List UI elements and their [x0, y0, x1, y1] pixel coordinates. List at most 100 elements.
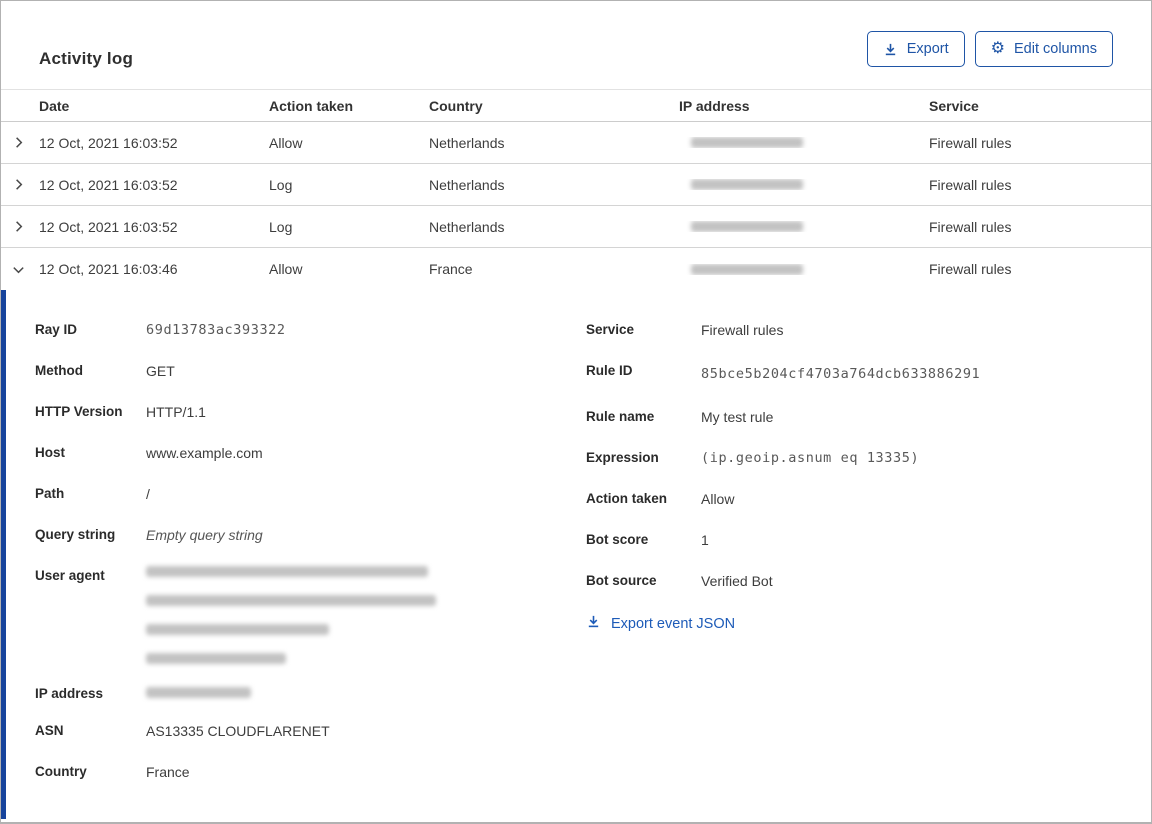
- field-label: Method: [35, 363, 83, 378]
- activity-log-window: Activity log Export ⚙︎ Edit columns Date…: [0, 0, 1152, 824]
- cell-service: Firewall rules: [929, 261, 1012, 277]
- field-label: Bot source: [586, 573, 657, 588]
- column-header-country: Country: [429, 97, 483, 114]
- detail-field-rule-id: Rule ID 85bce5b204cf4703a764dcb633886291: [586, 361, 1141, 387]
- field-value: (ip.geoip.asnum eq 13335): [701, 450, 920, 466]
- edit-columns-button-label: Edit columns: [1013, 41, 1097, 57]
- table-row[interactable]: 12 Oct, 2021 16:03:52 Log Netherlands Fi…: [1, 206, 1151, 248]
- export-event-json-label: Export event JSON: [611, 615, 736, 632]
- cell-service: Firewall rules: [929, 176, 1012, 193]
- gear-icon: ⚙︎: [990, 40, 1005, 57]
- cell-service: Firewall rules: [929, 218, 1012, 235]
- field-value: GET: [146, 363, 175, 379]
- field-label: Country: [35, 764, 87, 779]
- cell-country: Netherlands: [429, 176, 505, 193]
- field-label: Bot score: [586, 532, 649, 547]
- export-event-json-link[interactable]: Export event JSON: [586, 614, 735, 633]
- collapse-chevron-down-icon[interactable]: [1, 262, 39, 277]
- table-header-row: Date Action taken Country IP address Ser…: [1, 89, 1151, 122]
- cell-ip-redacted: [679, 137, 929, 148]
- field-label: Rule ID: [586, 363, 633, 378]
- field-value: Verified Bot: [701, 573, 773, 589]
- detail-field-service: Service Firewall rules: [586, 320, 1141, 341]
- field-value: /: [146, 486, 150, 502]
- field-value: France: [146, 764, 190, 780]
- cell-action: Log: [269, 218, 293, 235]
- field-value-redacted: [146, 566, 436, 664]
- field-value: Firewall rules: [701, 322, 784, 338]
- field-label: IP address: [35, 686, 104, 701]
- detail-field-method: Method GET: [35, 361, 581, 382]
- detail-field-asn: ASN AS13335 CLOUDFLARENET: [35, 721, 581, 742]
- field-label: Ray ID: [35, 322, 78, 337]
- cell-ip-redacted: [679, 263, 929, 275]
- column-header-ip: IP address: [679, 97, 750, 114]
- field-value: www.example.com: [146, 445, 263, 461]
- detail-field-expression: Expression (ip.geoip.asnum eq 13335): [586, 448, 1141, 469]
- field-label: Service: [586, 322, 635, 337]
- cell-action: Allow: [269, 261, 303, 277]
- field-value-redacted: [146, 684, 251, 701]
- toolbar: Export ⚙︎ Edit columns: [866, 31, 1113, 67]
- detail-field-country: Country France: [35, 762, 581, 783]
- cell-country: France: [429, 261, 473, 277]
- page-title: Activity log: [39, 49, 134, 68]
- cell-country: Netherlands: [429, 218, 505, 235]
- topbar: Activity log Export ⚙︎ Edit columns: [1, 1, 1151, 89]
- field-label: Expression: [586, 450, 659, 465]
- export-button[interactable]: Export: [866, 31, 965, 67]
- download-icon: [586, 614, 601, 633]
- expand-chevron-right-icon[interactable]: [1, 177, 39, 192]
- detail-field-bot-source: Bot source Verified Bot: [586, 571, 1141, 592]
- detail-field-rule-name: Rule name My test rule: [586, 407, 1141, 428]
- table-row[interactable]: 12 Oct, 2021 16:03:52 Log Netherlands Fi…: [1, 164, 1151, 206]
- cell-action: Log: [269, 176, 293, 193]
- field-label: Rule name: [586, 409, 655, 424]
- cell-action: Allow: [269, 134, 303, 151]
- field-value: 1: [701, 532, 709, 548]
- field-value: AS13335 CLOUDFLARENET: [146, 723, 330, 739]
- event-detail-panel: Ray ID 69d13783ac393322 Method GET HTTP …: [1, 290, 1151, 819]
- detail-left-column: Ray ID 69d13783ac393322 Method GET HTTP …: [35, 320, 581, 819]
- cell-service: Firewall rules: [929, 134, 1012, 151]
- detail-field-action-taken: Action taken Allow: [586, 489, 1141, 510]
- cell-date: 12 Oct, 2021 16:03:52: [39, 218, 178, 235]
- cell-ip-redacted: [679, 179, 929, 190]
- detail-field-user-agent: User agent: [35, 566, 581, 664]
- download-icon: [883, 42, 898, 57]
- field-label: Host: [35, 445, 65, 460]
- detail-field-http-version: HTTP Version HTTP/1.1: [35, 402, 581, 423]
- cell-country: Netherlands: [429, 134, 505, 151]
- column-header-service: Service: [929, 97, 979, 114]
- field-value: My test rule: [701, 409, 774, 425]
- detail-field-path: Path /: [35, 484, 581, 505]
- detail-field-host: Host www.example.com: [35, 443, 581, 464]
- cell-ip-redacted: [679, 221, 929, 232]
- field-label: Path: [35, 486, 65, 501]
- field-label: ASN: [35, 723, 64, 738]
- cell-date: 12 Oct, 2021 16:03:52: [39, 176, 178, 193]
- field-label: Query string: [35, 527, 116, 542]
- detail-right-column: Service Firewall rules Rule ID 85bce5b20…: [581, 320, 1141, 819]
- expand-chevron-right-icon[interactable]: [1, 219, 39, 234]
- detail-field-ip-address: IP address: [35, 684, 581, 701]
- field-label: Action taken: [586, 491, 668, 506]
- table-row-expanded[interactable]: 12 Oct, 2021 16:03:46 Allow France Firew…: [1, 248, 1151, 290]
- detail-field-query-string: Query string Empty query string: [35, 525, 581, 546]
- table-row[interactable]: 12 Oct, 2021 16:03:52 Allow Netherlands …: [1, 122, 1151, 164]
- field-value: Allow: [701, 491, 735, 507]
- field-value: 69d13783ac393322: [146, 322, 286, 338]
- export-button-label: Export: [906, 41, 949, 57]
- field-value: 85bce5b204cf4703a764dcb633886291: [701, 366, 981, 382]
- detail-field-bot-score: Bot score 1: [586, 530, 1141, 551]
- field-value: HTTP/1.1: [146, 404, 206, 420]
- field-label: HTTP Version: [35, 404, 123, 419]
- edit-columns-button[interactable]: ⚙︎ Edit columns: [974, 31, 1113, 67]
- field-value: Empty query string: [146, 527, 263, 543]
- cell-date: 12 Oct, 2021 16:03:52: [39, 134, 178, 151]
- detail-field-ray-id: Ray ID 69d13783ac393322: [35, 320, 581, 341]
- column-header-action: Action taken: [269, 97, 354, 114]
- cell-date: 12 Oct, 2021 16:03:46: [39, 261, 178, 277]
- expand-chevron-right-icon[interactable]: [1, 135, 39, 150]
- field-label: User agent: [35, 568, 105, 583]
